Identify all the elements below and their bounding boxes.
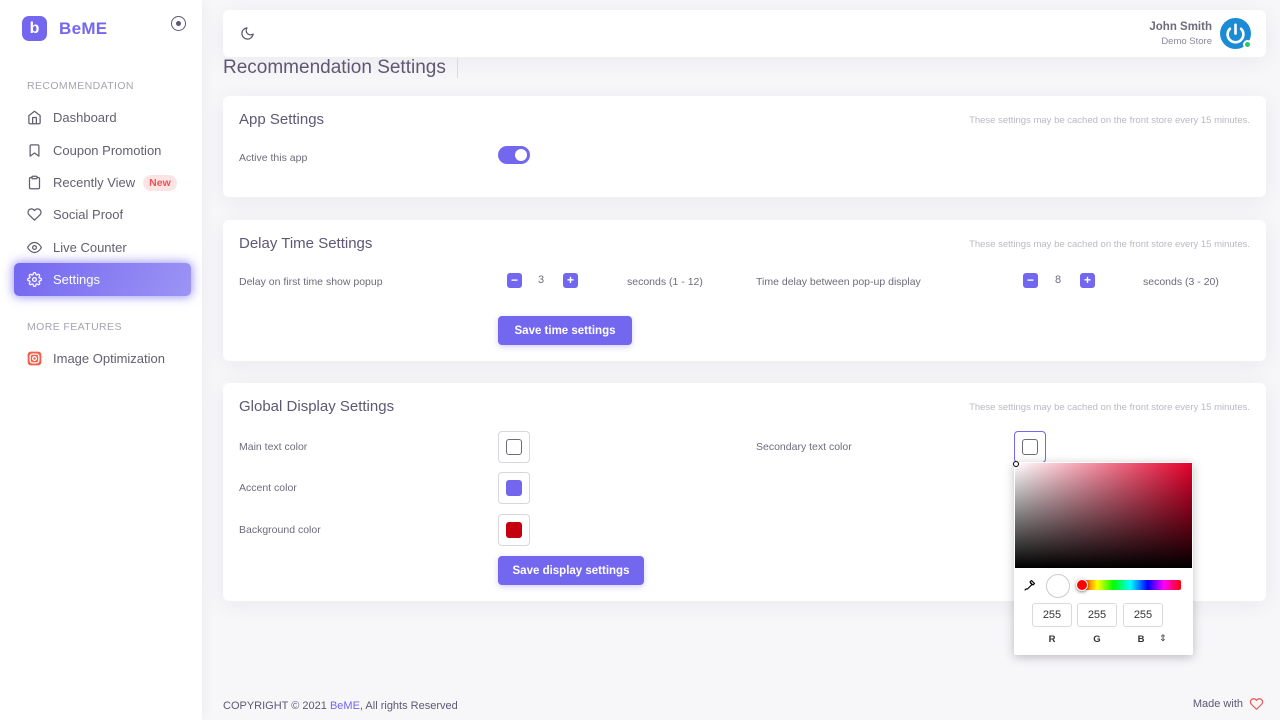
footer-copyright: COPYRIGHT © 2021 BeME, All rights Reserv… (223, 700, 458, 712)
color-chip (1022, 439, 1038, 455)
sidebar-item-recently-view[interactable]: Recently View New (14, 166, 191, 199)
active-app-label: Active this app (239, 152, 308, 164)
first-delay-value[interactable]: 3 (521, 274, 561, 286)
settings-icon (26, 272, 42, 288)
first-delay-unit: seconds (1 - 12) (627, 276, 703, 288)
section-header-recommendation: RECOMMENDATION (27, 80, 134, 92)
user-store: Demo Store (1161, 36, 1212, 47)
sidebar-item-label: Recently View (53, 175, 136, 190)
bookmark-icon (26, 143, 42, 159)
eyedropper-icon[interactable] (1024, 578, 1036, 596)
sidebar-item-social-proof[interactable]: Social Proof (14, 198, 191, 231)
main-text-color-label: Main text color (239, 441, 308, 453)
instagram-icon (26, 351, 42, 367)
card-title: Global Display Settings (239, 398, 395, 415)
red-label: R (1048, 634, 1056, 645)
brand-name: BeME (59, 18, 108, 38)
accent-color-swatch[interactable] (498, 472, 530, 504)
home-icon (26, 110, 42, 126)
accent-color-label: Accent color (239, 482, 297, 494)
heart-icon (1249, 697, 1264, 711)
top-navbar: John Smith Demo Store (223, 10, 1266, 57)
eye-icon (26, 240, 42, 256)
brand[interactable]: b BeME (22, 16, 107, 41)
cache-note: These settings may be cached on the fron… (969, 115, 1250, 126)
first-delay-decrement-button[interactable]: − (507, 273, 522, 288)
green-input[interactable]: 255 (1077, 603, 1117, 627)
moon-icon[interactable] (240, 26, 255, 46)
cache-note: These settings may be cached on the fron… (969, 239, 1250, 250)
made-with-label: Made with (1192, 698, 1243, 710)
main-text-color-swatch[interactable] (498, 431, 530, 463)
sidebar-item-image-optimization[interactable]: Image Optimization (14, 342, 191, 375)
app-settings-card: App Settings These settings may be cache… (223, 96, 1266, 197)
card-title: Delay Time Settings (239, 235, 373, 252)
cache-note: These settings may be cached on the fron… (969, 402, 1250, 413)
color-chip (506, 439, 522, 455)
secondary-text-color-swatch[interactable] (1014, 431, 1046, 463)
background-color-swatch[interactable] (498, 514, 530, 546)
background-color-label: Background color (239, 524, 321, 536)
save-time-settings-button[interactable]: Save time settings (498, 316, 632, 345)
format-toggle-icon[interactable]: ⇕ (1159, 633, 1167, 644)
card-title: App Settings (239, 111, 325, 128)
between-delay-decrement-button[interactable]: − (1023, 273, 1038, 288)
sidebar: b BeME RECOMMENDATION Dashboard Coupon P… (0, 0, 202, 720)
sidebar-item-dashboard[interactable]: Dashboard (14, 101, 191, 134)
heart-icon (26, 207, 42, 223)
color-picker-popover: 255 255 255 R G B ⇕ (1013, 461, 1193, 655)
copyright-brand-link[interactable]: BeME (330, 700, 360, 712)
sidebar-item-settings[interactable]: Settings (14, 263, 191, 296)
copyright-suffix: , All rights Reserved (359, 700, 458, 712)
online-status-dot (1243, 40, 1252, 49)
delay-time-settings-card: Delay Time Settings These settings may b… (223, 220, 1266, 361)
color-chip (506, 522, 522, 538)
sidebar-item-live-counter[interactable]: Live Counter (14, 231, 191, 264)
new-badge: New (143, 174, 177, 191)
sidebar-item-label: Social Proof (53, 207, 124, 222)
sidebar-item-label: Dashboard (53, 110, 117, 125)
hue-slider[interactable] (1080, 580, 1181, 590)
color-preview (1046, 574, 1070, 598)
collapse-sidebar-icon[interactable] (171, 16, 186, 31)
saturation-area[interactable] (1013, 461, 1192, 568)
between-delay-increment-button[interactable]: + (1080, 273, 1095, 288)
blue-label: B (1137, 634, 1145, 645)
power-icon (1226, 23, 1245, 44)
footer-made-with: Made with (1193, 697, 1264, 711)
sidebar-item-coupon-promotion[interactable]: Coupon Promotion (14, 134, 191, 167)
between-delay-unit: seconds (3 - 20) (1143, 276, 1219, 288)
color-chip (506, 480, 522, 496)
between-delay-value[interactable]: 8 (1038, 274, 1078, 286)
secondary-text-color-label: Secondary text color (756, 441, 852, 453)
blue-input[interactable]: 255 (1123, 603, 1163, 627)
copyright-prefix: COPYRIGHT © 2021 (223, 700, 330, 712)
between-delay-label: Time delay between pop-up display (756, 276, 921, 288)
section-header-more-features: MORE FEATURES (27, 321, 122, 333)
hue-slider-handle[interactable] (1076, 579, 1088, 591)
saturation-cursor[interactable] (1013, 461, 1019, 467)
green-label: G (1093, 634, 1101, 645)
sidebar-item-label: Image Optimization (53, 351, 165, 366)
first-delay-increment-button[interactable]: + (563, 273, 578, 288)
user-name[interactable]: John Smith (1149, 21, 1212, 33)
brand-logo: b (22, 16, 47, 41)
sidebar-item-label: Live Counter (53, 240, 127, 255)
sidebar-item-label: Coupon Promotion (53, 143, 162, 158)
save-display-settings-button[interactable]: Save display settings (498, 556, 644, 585)
red-input[interactable]: 255 (1032, 603, 1072, 627)
active-app-toggle[interactable] (498, 146, 530, 164)
first-delay-label: Delay on first time show popup (239, 276, 383, 288)
page-title: Recommendation Settings (223, 58, 458, 78)
sidebar-item-label: Settings (53, 272, 100, 287)
clipboard-icon (26, 175, 42, 191)
